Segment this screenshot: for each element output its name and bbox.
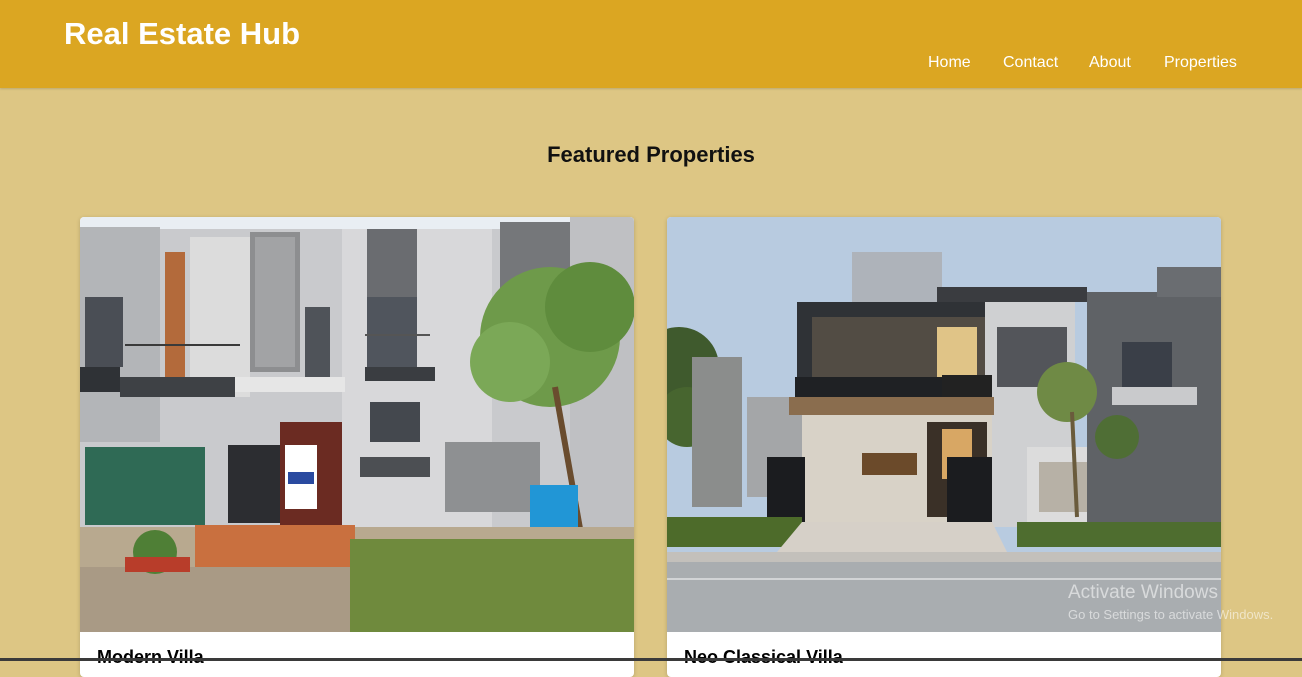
property-photo [667, 217, 1221, 632]
nav-link-home[interactable]: Home [928, 54, 971, 72]
brand-logo-text[interactable]: Real Estate Hub [64, 16, 300, 52]
property-photo [80, 217, 634, 632]
nav-link-properties[interactable]: Properties [1164, 54, 1237, 72]
nav-link-contact[interactable]: Contact [1003, 54, 1058, 72]
property-card-neo-classical-villa[interactable]: Neo Classical Villa [667, 217, 1221, 677]
property-card-modern-villa[interactable]: Modern Villa [80, 217, 634, 677]
site-header: Real Estate Hub Home Contact About Prope… [0, 0, 1302, 88]
nav-link-about[interactable]: About [1089, 54, 1131, 72]
main-nav: Home Contact About Properties [0, 54, 1302, 74]
section-title: Featured Properties [547, 142, 755, 167]
